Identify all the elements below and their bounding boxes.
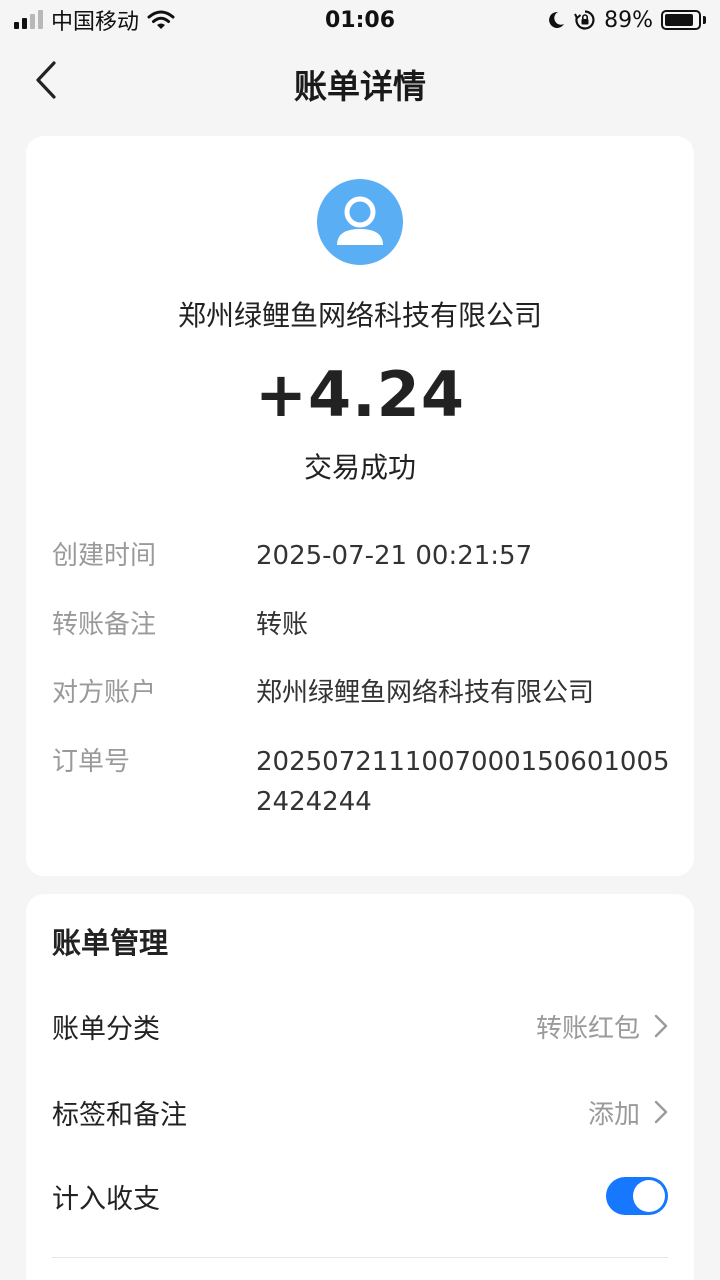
- bill-category-label: 账单分类: [52, 1013, 160, 1045]
- status-bar: 中国移动 01:06 89%: [0, 0, 720, 40]
- include-in-balance-label: 计入收支: [52, 1183, 160, 1215]
- nav-bar: 账单详情: [0, 40, 720, 124]
- bill-manage-card: 账单管理 账单分类 转账红包 标签和备注 添加 计入收支: [26, 894, 694, 1280]
- user-icon: [337, 196, 383, 245]
- signal-icon: [14, 10, 43, 29]
- bill-category-row[interactable]: 账单分类 转账红包: [52, 1001, 668, 1051]
- battery-icon: [661, 10, 706, 30]
- bill-category-value: 转账红包: [535, 1013, 640, 1044]
- orientation-lock-icon: [574, 9, 596, 31]
- section-title: 账单管理: [52, 926, 169, 960]
- page-title: 账单详情: [294, 67, 426, 106]
- toggle-knob: [633, 1180, 665, 1212]
- wifi-icon: [147, 9, 175, 31]
- transaction-status: 交易成功: [303, 451, 416, 484]
- detail-row-counterparty: 对方账户 郑州绿鲤鱼网络科技有限公司: [52, 673, 672, 713]
- carrier-label: 中国移动: [51, 10, 140, 35]
- chevron-right-icon: [654, 1014, 668, 1038]
- tags-notes-value: 添加: [587, 1099, 640, 1130]
- chevron-right-icon: [654, 1100, 668, 1124]
- tags-notes-row[interactable]: 标签和备注 添加: [52, 1087, 668, 1137]
- moon-icon: [546, 10, 566, 30]
- status-left: 中国移动: [14, 4, 175, 36]
- include-in-balance-row: 计入收支: [52, 1171, 668, 1221]
- amount: +4.24: [255, 358, 465, 431]
- divider: [52, 1257, 668, 1258]
- detail-label: 转账备注: [52, 610, 157, 640]
- merchant-name: 郑州绿鲤鱼网络科技有限公司: [177, 299, 542, 332]
- detail-label: 订单号: [52, 747, 131, 777]
- battery-percent: 89%: [604, 7, 653, 33]
- order-number[interactable]: 20250721110070001506010052424244: [256, 742, 672, 822]
- bill-detail-page: 中国移动 01:06 89% 账单详情 郑州绿鲤鱼网络科技有限公司 +4.24 …: [0, 0, 720, 1280]
- detail-value: 2025-07-21 00:21:57: [256, 541, 533, 571]
- tags-notes-label: 标签和备注: [52, 1099, 187, 1131]
- detail-label: 对方账户: [52, 678, 157, 708]
- detail-label: 创建时间: [52, 541, 157, 571]
- include-in-balance-toggle[interactable]: [606, 1177, 668, 1215]
- detail-value: 转账: [256, 610, 309, 640]
- detail-value: 郑州绿鲤鱼网络科技有限公司: [256, 678, 595, 708]
- detail-row-order-number: 订单号 20250721110070001506010052424244: [52, 742, 672, 822]
- avatar: [317, 179, 403, 265]
- detail-row-created-time: 创建时间 2025-07-21 00:21:57: [52, 536, 672, 576]
- status-right: 89%: [546, 8, 706, 33]
- detail-row-transfer-note: 转账备注 转账: [52, 605, 672, 645]
- battery-fill: [665, 14, 694, 26]
- bill-detail-card: 郑州绿鲤鱼网络科技有限公司 +4.24 交易成功 创建时间 2025-07-21…: [26, 136, 694, 876]
